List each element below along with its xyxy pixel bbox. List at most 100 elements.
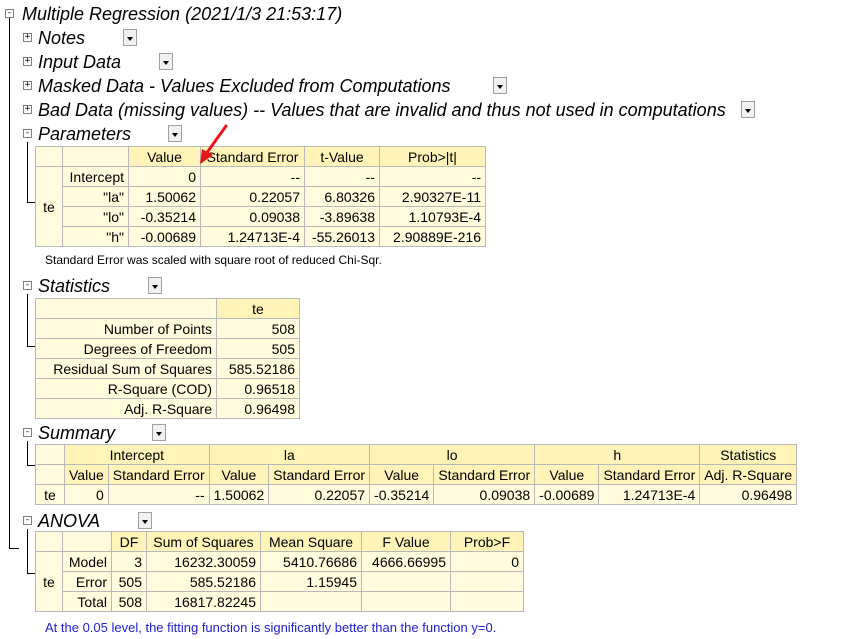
collapse-icon[interactable]: - [23, 281, 32, 290]
table-cell: 1.10793E-4 [379, 206, 486, 227]
section-input-data[interactable]: Input Data [38, 52, 121, 72]
table-cell: -- [200, 166, 305, 187]
table-cell: 0 [450, 551, 524, 572]
tree-line-summary [27, 441, 28, 465]
table-group-header: Intercept [64, 444, 210, 465]
table-cell: 6.80326 [304, 186, 380, 207]
row-label: R-Square (COD) [35, 378, 217, 399]
row-group-label: te [35, 551, 63, 612]
table-header: te [216, 298, 300, 319]
section-bad-data[interactable]: Bad Data (missing values) -- Values that… [38, 100, 726, 120]
table-header: Value [208, 464, 270, 485]
collapse-icon[interactable]: - [23, 129, 32, 138]
collapse-icon[interactable]: - [5, 9, 14, 18]
table-row: Error 505 585.52186 1.15945 [36, 571, 524, 592]
table-cell: -- [304, 166, 380, 187]
table-row: te Intercept 0 -- -- -- [35, 166, 486, 247]
table-row: Adj. R-Square 0.96498 [35, 398, 300, 419]
table-row: te 0 -- 1.50062 0.22057 -0.35214 0.09038… [35, 484, 798, 505]
notes-dropdown[interactable] [123, 29, 137, 46]
statistics-table: te Number of Points 508 Degrees of Freed… [35, 298, 300, 419]
table-row: Residual Sum of Squares 585.52186 [35, 358, 300, 379]
statistics-dropdown[interactable] [148, 277, 162, 294]
input-data-dropdown[interactable] [159, 53, 173, 70]
section-summary[interactable]: Summary [38, 423, 115, 443]
row-label: Residual Sum of Squares [35, 358, 217, 379]
table-header: Standard Error [433, 464, 536, 485]
expand-icon[interactable]: + [23, 105, 32, 114]
table-cell: 0.96498 [216, 398, 300, 419]
table-cell: -0.00689 [534, 484, 600, 505]
section-anova[interactable]: ANOVA [38, 511, 100, 531]
row-label: "lo" [62, 206, 129, 227]
table-cell: 508 [216, 318, 300, 339]
row-label: Model [62, 551, 112, 572]
expand-icon[interactable]: + [23, 57, 32, 66]
table-row: te Model 3 16232.30059 5410.76686 4666.6… [35, 551, 524, 612]
bad-data-dropdown[interactable] [741, 101, 755, 118]
table-cell: 1.50062 [128, 186, 201, 207]
table-header: t-Value [304, 146, 380, 167]
table-cell: 585.52186 [146, 571, 261, 592]
table-header: Value [64, 464, 109, 485]
table-cell: 0.22057 [200, 186, 305, 207]
table-header: Adj. R-Square [699, 464, 798, 485]
table-cell: 5410.76686 [260, 551, 362, 572]
anova-conclusion: At the 0.05 level, the fitting function … [45, 620, 497, 635]
section-statistics[interactable]: Statistics [38, 276, 110, 296]
table-header: Value [534, 464, 600, 485]
table-cell: -3.89638 [304, 206, 380, 227]
anova-dropdown[interactable] [138, 512, 152, 529]
masked-data-dropdown[interactable] [493, 77, 507, 94]
table-cell: -0.35214 [369, 484, 435, 505]
collapse-icon[interactable]: - [23, 428, 32, 437]
table-row: Total 508 16817.82245 [36, 591, 524, 612]
row-label: te [35, 484, 65, 505]
tree-line-stats [27, 294, 28, 346]
parameters-dropdown[interactable] [168, 125, 182, 142]
tree-line-params-end [27, 202, 35, 203]
table-cell: 2.90889E-216 [379, 226, 486, 247]
table-row: Degrees of Freedom 505 [35, 338, 300, 359]
expand-icon[interactable]: + [23, 81, 32, 90]
table-cell: 505 [111, 571, 147, 592]
row-label: "la" [62, 186, 129, 207]
tree-line-stats-end [27, 346, 35, 347]
table-header: Standard Error [598, 464, 701, 485]
summary-table: Intercept la lo h Statistics Value Stand… [35, 444, 798, 505]
table-cell: 2.90327E-11 [379, 186, 486, 207]
table-cell: 16817.82245 [146, 591, 261, 612]
table-header: Prob>F [450, 531, 524, 552]
table-header: DF [111, 531, 147, 552]
row-group-label: te [35, 166, 63, 247]
table-cell: 0.22057 [268, 484, 371, 505]
tree-line-root-end [9, 548, 19, 549]
expand-icon[interactable]: + [23, 33, 32, 42]
row-label: Degrees of Freedom [35, 338, 217, 359]
table-cell: 16232.30059 [146, 551, 261, 572]
table-cell [450, 591, 524, 612]
report-title: Multiple Regression (2021/1/3 21:53:17) [22, 4, 343, 24]
table-cell: -- [379, 166, 486, 187]
table-cell: 1.50062 [208, 484, 270, 505]
tree-line-anova-end [27, 573, 35, 574]
table-cell [361, 571, 451, 592]
table-cell: 0.09038 [200, 206, 305, 227]
section-masked-data[interactable]: Masked Data - Values Excluded from Compu… [38, 76, 451, 96]
section-parameters[interactable]: Parameters [38, 124, 131, 144]
parameters-footnote: Standard Error was scaled with square ro… [45, 253, 382, 267]
table-cell: 0 [64, 484, 109, 505]
summary-dropdown[interactable] [152, 424, 166, 441]
table-header: Prob>|t| [379, 146, 486, 167]
section-notes[interactable]: Notes [38, 28, 85, 48]
table-row: R-Square (COD) 0.96518 [35, 378, 300, 399]
table-cell: 0.96518 [216, 378, 300, 399]
table-group-header: h [534, 444, 701, 465]
table-cell: -55.26013 [304, 226, 380, 247]
table-group-header: Statistics [699, 444, 798, 465]
tree-line-root [9, 18, 10, 548]
collapse-icon[interactable]: - [23, 516, 32, 525]
table-header: Value [369, 464, 435, 485]
table-cell: 1.15945 [260, 571, 362, 592]
table-cell [450, 571, 524, 592]
